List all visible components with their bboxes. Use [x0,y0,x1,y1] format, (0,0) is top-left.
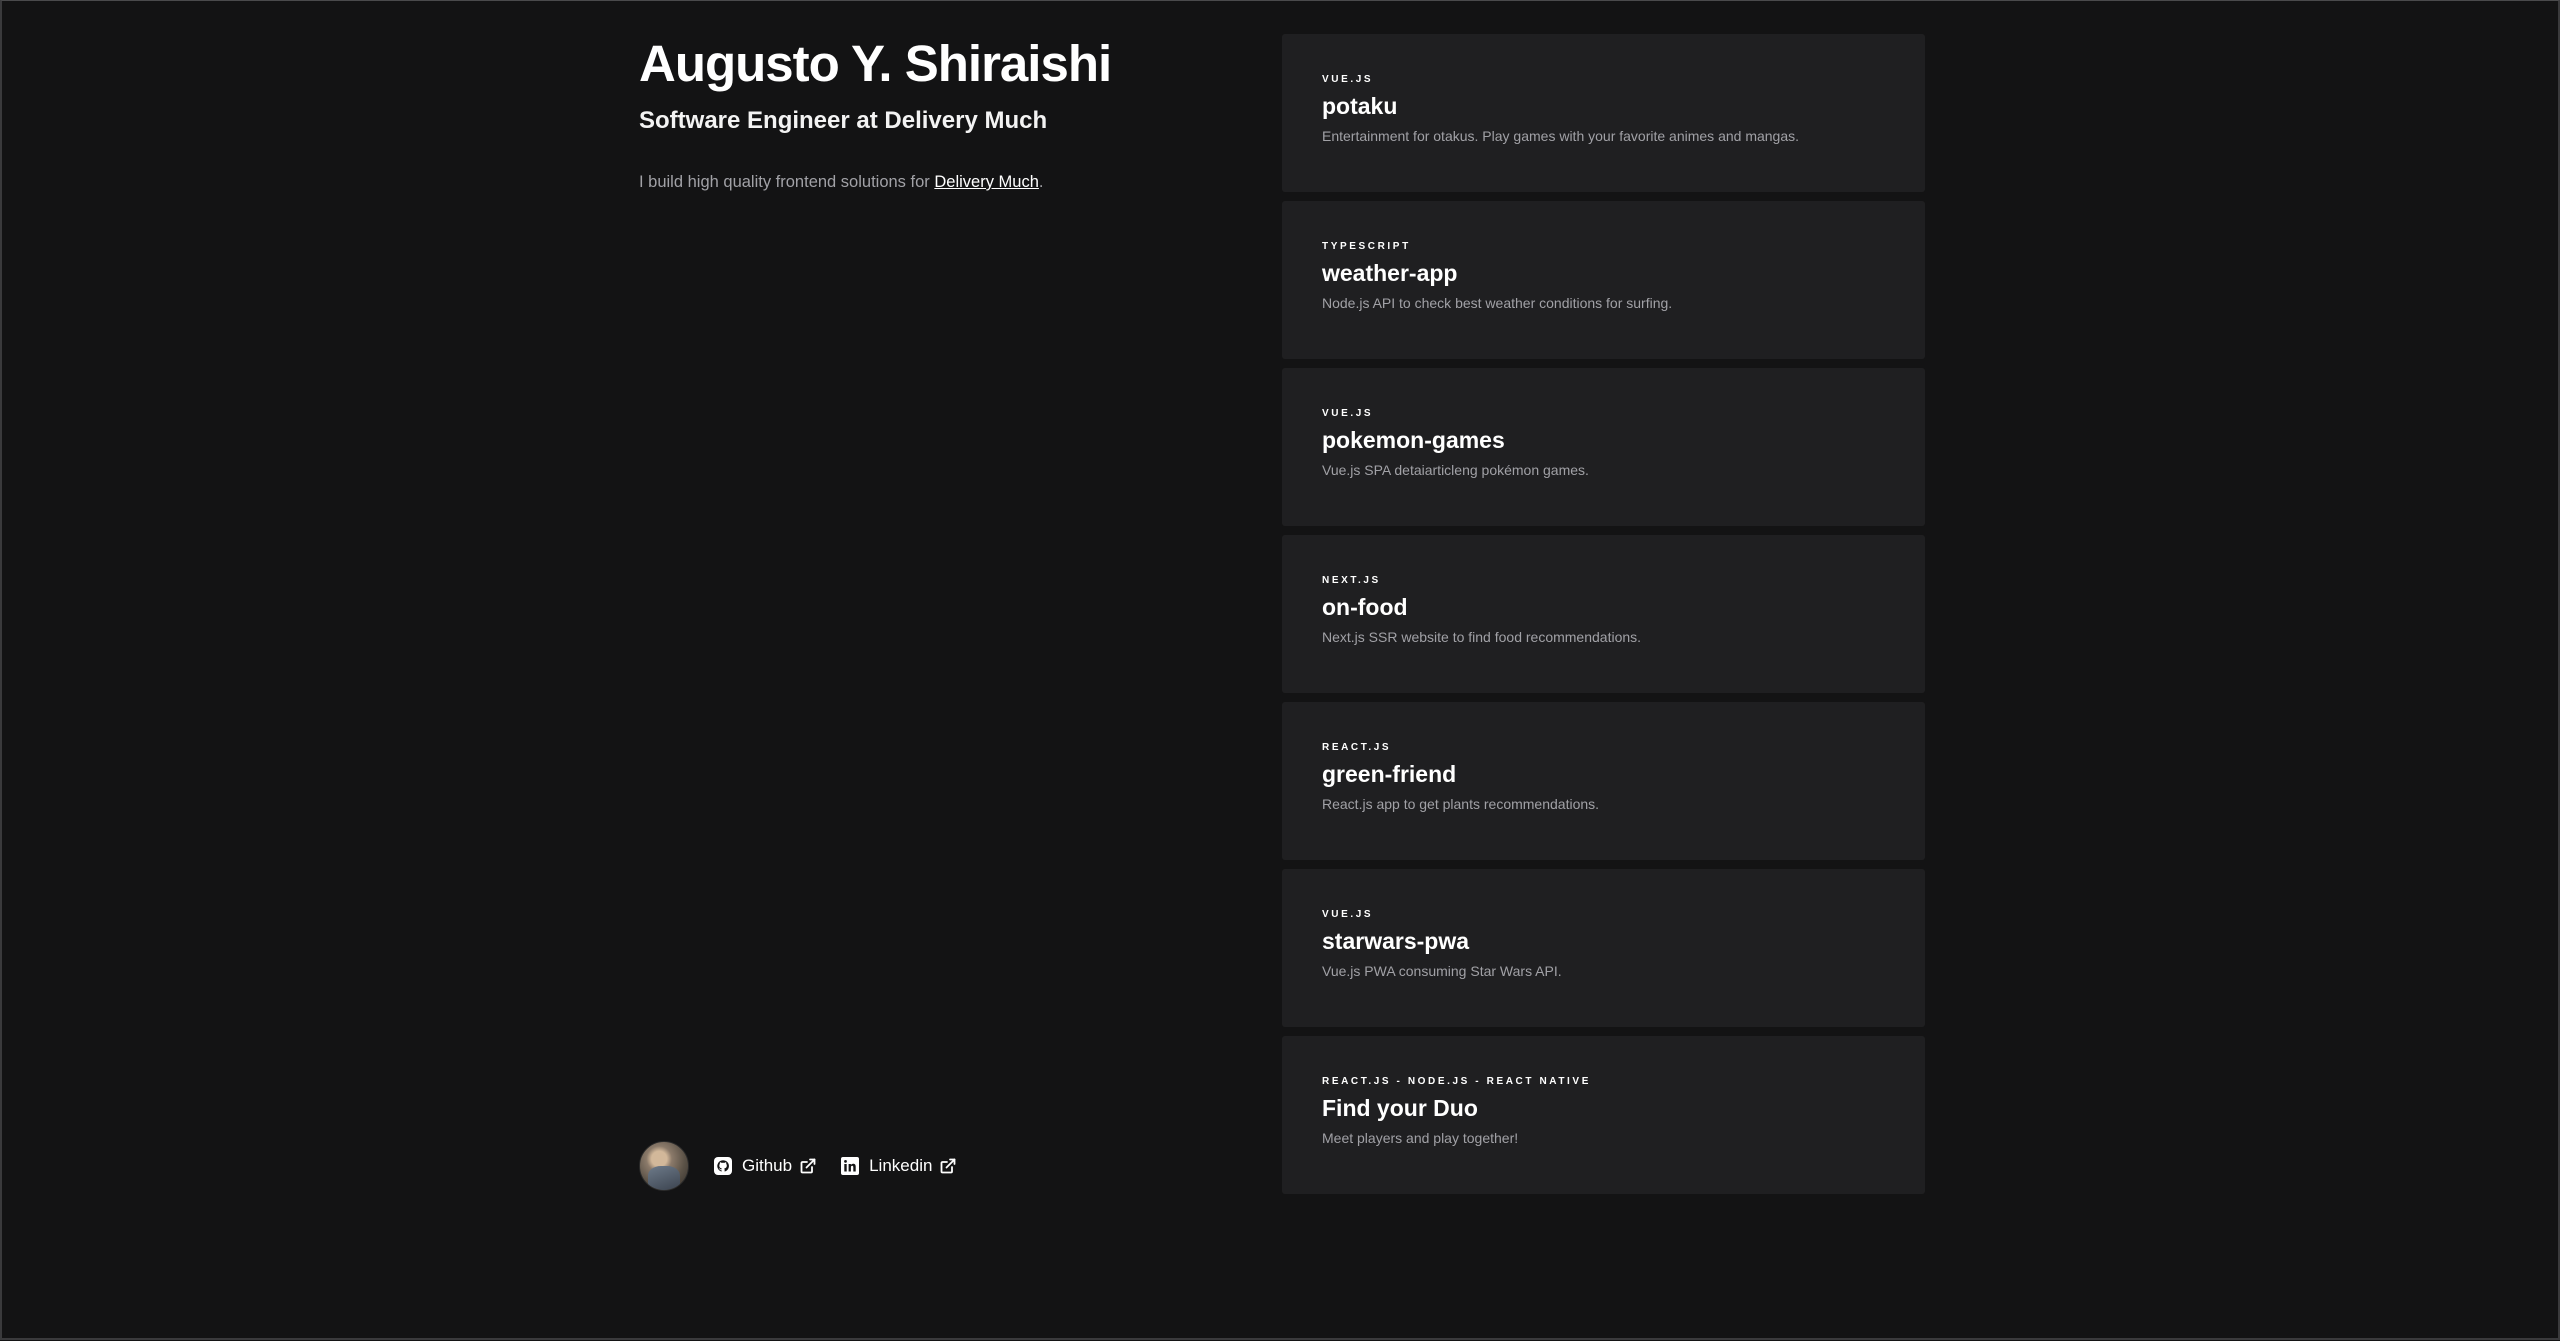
project-tech: REACT.JS [1322,742,1392,753]
project-description: Next.js SSR website to find food recomme… [1322,629,1642,645]
project-tech: VUE.JS [1322,909,1374,920]
project-tech: VUE.JS [1322,74,1374,85]
github-icon [713,1156,733,1176]
profile-name: Augusto Y. Shiraishi [639,35,1112,92]
project-title: weather-app [1322,260,1458,286]
project-tech: VUE.JS [1322,408,1374,419]
project-title: on-food [1322,594,1408,620]
bio-suffix: . [1038,173,1044,191]
bio-prefix: I build high quality frontend solutions … [639,173,935,191]
project-card-potaku[interactable]: VUE.JS potaku Entertainment for otakus. … [1282,34,1925,192]
project-tech: TYPESCRIPT [1322,241,1411,252]
project-card-pokemon-games[interactable]: VUE.JS pokemon-games Vue.js SPA detaiart… [1282,368,1925,526]
project-description: Meet players and play together! [1322,1130,1519,1146]
profile-bio: I build high quality frontend solutions … [639,170,1239,194]
project-title: potaku [1322,93,1398,119]
github-label: Github [742,1156,793,1175]
external-link-icon [800,1158,816,1174]
project-description: Node.js API to check best weather condit… [1322,295,1673,311]
project-list: VUE.JS potaku Entertainment for otakus. … [1282,34,1925,1203]
project-card-find-your-duo[interactable]: REACT.JS - NODE.JS - REACT NATIVE Find y… [1282,1036,1925,1194]
project-description: Entertainment for otakus. Play games wit… [1322,128,1800,144]
project-description: Vue.js SPA detaiarticleng pokémon games. [1322,462,1589,478]
avatar [639,1141,689,1191]
project-title: starwars-pwa [1322,928,1470,954]
github-link[interactable]: Github [713,1156,816,1176]
external-link-icon [940,1158,956,1174]
project-card-on-food[interactable]: NEXT.JS on-food Next.js SSR website to f… [1282,535,1925,693]
project-card-green-friend[interactable]: REACT.JS green-friend React.js app to ge… [1282,702,1925,860]
company-link[interactable]: Delivery Much [934,173,1039,191]
project-tech: NEXT.JS [1322,575,1381,586]
linkedin-icon [840,1156,860,1176]
page-frame: Augusto Y. Shiraishi Software Engineer a… [0,0,2560,1340]
project-tech: REACT.JS - NODE.JS - REACT NATIVE [1322,1076,1591,1087]
project-description: Vue.js PWA consuming Star Wars API. [1322,963,1562,979]
profile-section: Augusto Y. Shiraishi Software Engineer a… [639,34,1239,1204]
project-title: pokemon-games [1322,427,1505,453]
profile-role: Software Engineer at Delivery Much [639,107,1048,134]
project-card-starwars-pwa[interactable]: VUE.JS starwars-pwa Vue.js PWA consuming… [1282,869,1925,1027]
project-title: green-friend [1322,761,1457,787]
linkedin-label: Linkedin [869,1156,933,1175]
profile-footer: Github Linkedin [639,1141,956,1191]
project-title: Find your Duo [1322,1095,1478,1121]
project-description: React.js app to get plants recommendatio… [1322,796,1600,812]
project-card-weather-app[interactable]: TYPESCRIPT weather-app Node.js API to ch… [1282,201,1925,359]
linkedin-link[interactable]: Linkedin [840,1156,956,1176]
